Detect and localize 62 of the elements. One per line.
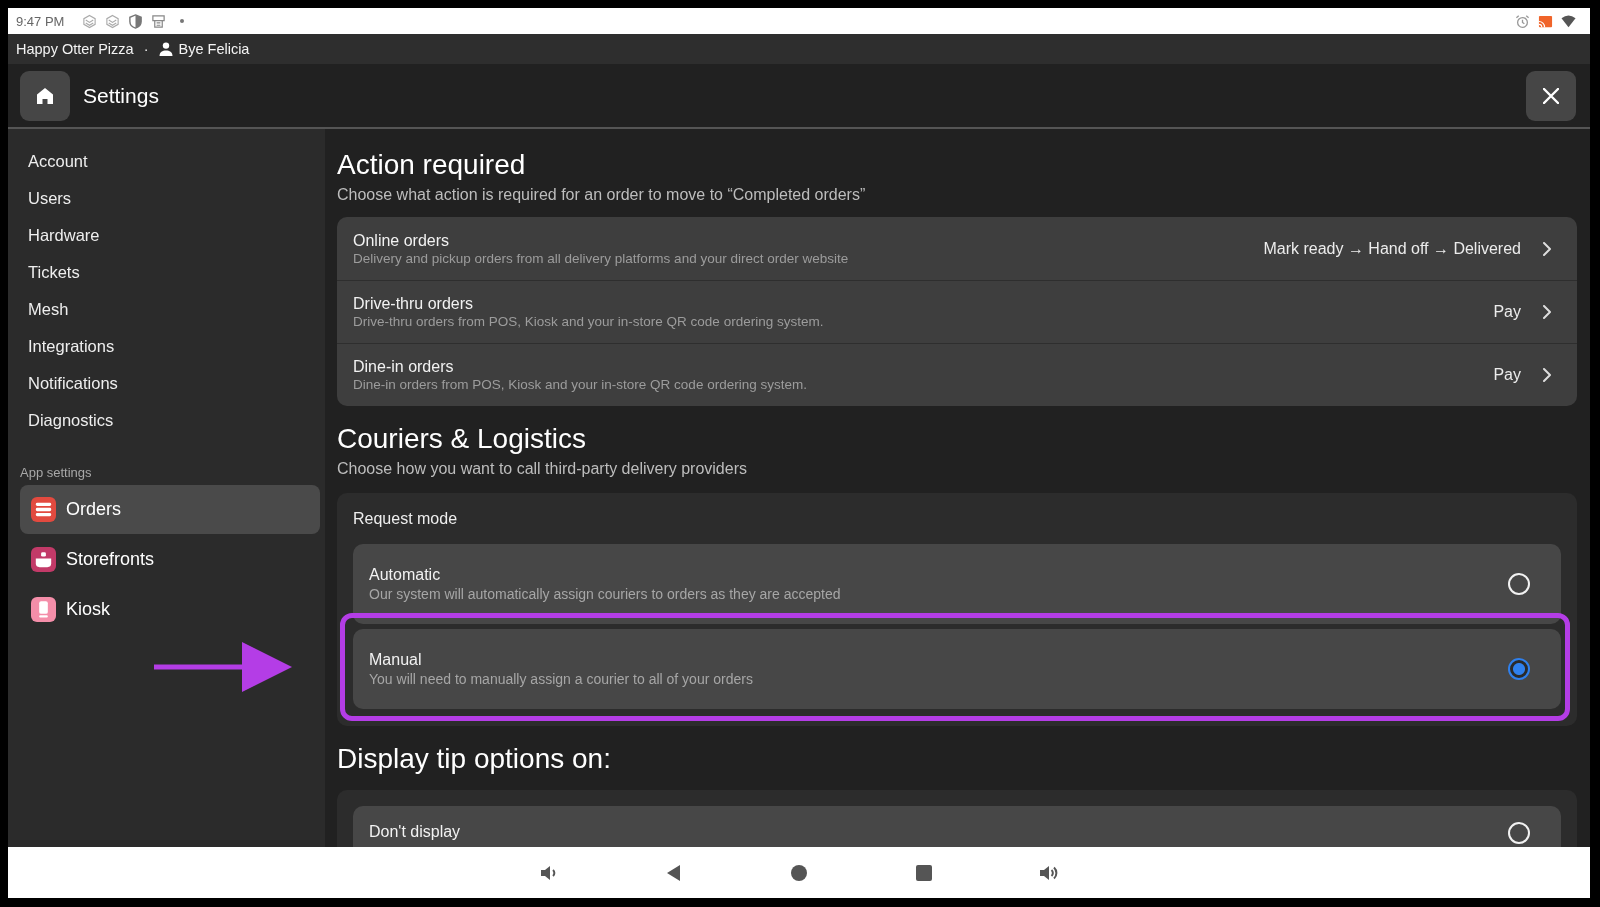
sidebar-section-label: App settings xyxy=(20,465,93,481)
user-name: Bye Felicia xyxy=(178,41,250,57)
cast-icon xyxy=(1538,13,1553,29)
settings-row[interactable]: Online orders Delivery and pickup orders from all delivery platforms and your direct order website Mark ready → Hand off → Delivered xyxy=(337,217,1577,280)
chevron-right-icon xyxy=(1543,241,1551,256)
wifi-icon xyxy=(1561,13,1576,29)
sidebar-item[interactable]: Kiosk xyxy=(20,585,320,634)
sidebar-item[interactable]: Orders xyxy=(20,485,320,534)
sidebar-item[interactable]: Account xyxy=(20,143,88,180)
section-title: Display tip options on: xyxy=(337,742,612,776)
alarm-icon xyxy=(1515,13,1530,29)
name-separator: · xyxy=(143,41,149,57)
row-title: Dine-in orders xyxy=(353,357,455,376)
radio-option[interactable]: Manual You will need to manually assign a courier to all of your orders xyxy=(353,629,1561,709)
option-title: Automatic xyxy=(369,565,442,585)
settings-row[interactable]: Dine-in orders Dine-in orders from POS, Kiosk and your in-store QR code ordering system. Pay xyxy=(337,343,1577,406)
settings-row[interactable]: Drive-thru orders Drive-thru orders from POS, Kiosk and your in-store QR code ordering system. Pay xyxy=(337,280,1577,343)
printer-icon xyxy=(151,13,167,29)
page-title: Settings xyxy=(83,83,159,108)
group-label: Request mode xyxy=(353,509,459,529)
row-title: Online orders xyxy=(353,230,451,250)
stack-icon xyxy=(82,13,98,29)
radio-option[interactable]: Don't display xyxy=(353,806,1561,847)
close-button[interactable] xyxy=(1526,70,1576,121)
sidebar-item[interactable]: Diagnostics xyxy=(20,402,114,439)
option-title: Manual xyxy=(369,650,423,670)
person-icon xyxy=(158,42,173,56)
sidebar-item[interactable]: Notifications xyxy=(20,365,118,402)
sidebar-item[interactable]: Hardware xyxy=(20,217,100,254)
option-title: Don't display xyxy=(369,822,462,842)
sidebar-item[interactable]: Storefronts xyxy=(20,535,320,584)
radio-option[interactable]: Automatic Our system will automatically assign couriers to orders as they are accepted xyxy=(353,544,1561,624)
section-title: Couriers & Logistics xyxy=(337,422,587,456)
radio-button[interactable] xyxy=(1508,658,1530,680)
notification-dot-icon xyxy=(180,19,185,23)
status-time: 9:47 PM xyxy=(16,13,65,29)
section-title: Action required xyxy=(337,148,527,182)
row-title: Drive-thru orders xyxy=(353,294,475,313)
row-value: Pay xyxy=(1493,303,1521,321)
sidebar-item[interactable]: Tickets xyxy=(20,254,80,291)
stack-icon xyxy=(105,13,121,29)
shield-icon xyxy=(128,13,144,29)
option-description: You will need to manually assign a courier to all of your orders xyxy=(369,670,754,688)
recents-icon[interactable] xyxy=(914,862,934,883)
chevron-right-icon xyxy=(1543,305,1551,319)
close-icon xyxy=(1543,87,1559,104)
row-description: Drive-thru orders from POS, Kiosk and your in-store QR code ordering system. xyxy=(353,313,825,330)
home-button[interactable] xyxy=(20,70,70,121)
home-icon[interactable] xyxy=(789,862,809,883)
section-subtitle: Choose how you want to call third-party delivery providers xyxy=(337,459,748,479)
option-description: Our system will automatically assign couriers to orders as they are accepted xyxy=(369,585,842,603)
chevron-right-icon xyxy=(1543,368,1551,382)
row-description: Dine-in orders from POS, Kiosk and your in-store QR code ordering system. xyxy=(353,376,808,393)
house-icon xyxy=(36,86,54,105)
business-name: Happy Otter Pizza xyxy=(16,41,134,57)
sidebar-item[interactable]: Mesh xyxy=(20,291,69,328)
sidebar-item[interactable]: Users xyxy=(20,180,72,217)
row-value: Mark ready → Hand off → Delivered xyxy=(1263,239,1521,258)
sidebar-item[interactable]: Integrations xyxy=(20,328,115,365)
row-description: Delivery and pickup orders from all delivery platforms and your direct order website xyxy=(353,249,850,267)
row-value: Pay xyxy=(1493,366,1521,384)
section-subtitle: Choose what action is required for an order to move to “Completed orders” xyxy=(337,185,867,205)
